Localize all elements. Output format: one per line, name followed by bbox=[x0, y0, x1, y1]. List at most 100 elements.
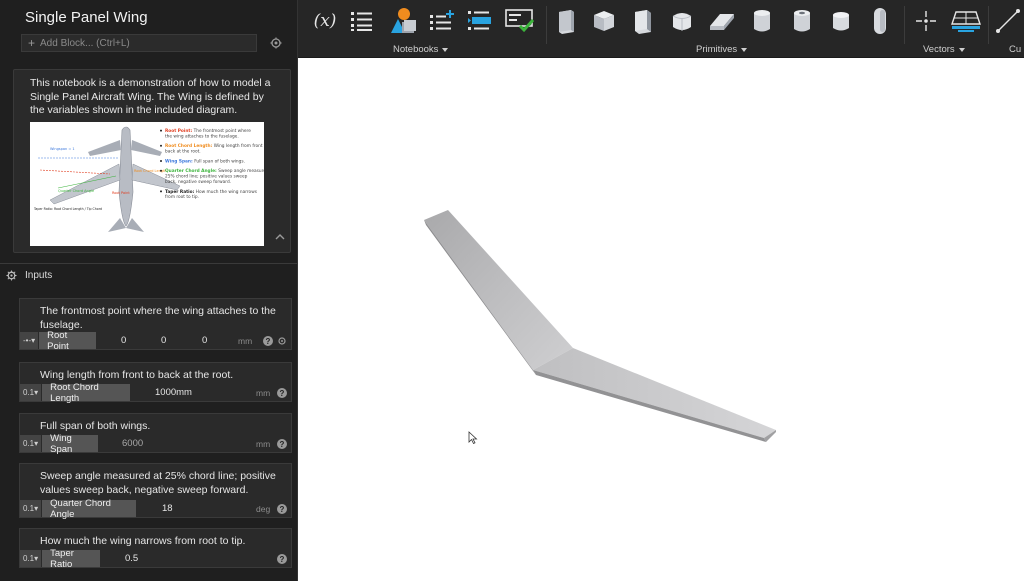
variable-icon[interactable]: (x) bbox=[310, 6, 340, 36]
vectors-menu[interactable]: Vectors bbox=[923, 44, 965, 55]
param-label-quarter-chord-angle[interactable]: 0.1 ▾ Quarter Chord Angle bbox=[20, 497, 136, 520]
rounded-cube-icon[interactable] bbox=[668, 6, 696, 36]
scalar-type-dropdown[interactable]: 0.1 ▾ bbox=[20, 384, 43, 401]
help-icon[interactable]: ? bbox=[277, 388, 287, 398]
param-root-chord-length[interactable]: Wing length from front to back at the ro… bbox=[19, 362, 292, 404]
param-label-root-point[interactable]: -•- ▾ Root Point bbox=[20, 329, 96, 352]
root-point-x-field[interactable]: 0 bbox=[121, 335, 126, 346]
add-list-item-icon[interactable] bbox=[428, 6, 456, 36]
param-taper-ratio[interactable]: How much the wing narrows from root to t… bbox=[19, 528, 292, 570]
toolbar-separator bbox=[988, 6, 989, 44]
caret-down-icon bbox=[442, 47, 449, 52]
root-point-z-field[interactable]: 0 bbox=[202, 335, 207, 346]
disc-cylinder-icon[interactable] bbox=[827, 6, 855, 36]
taper-ratio-input[interactable]: 0.5 bbox=[125, 553, 138, 564]
help-icon[interactable]: ? bbox=[277, 554, 287, 564]
diagram-bullet: Taper Ratio: How much the wing narrows fr… bbox=[165, 189, 258, 200]
param-root-point[interactable]: The frontmost point where the wing attac… bbox=[19, 298, 292, 352]
help-icon[interactable]: ? bbox=[277, 504, 287, 514]
param-label-text: Root Point bbox=[47, 329, 69, 352]
diagram-label-quarter: Quarter Chord Angle bbox=[58, 189, 94, 193]
diagram-bullet-dot bbox=[160, 169, 162, 172]
insert-list-icon[interactable] bbox=[466, 6, 494, 36]
param-label-root-chord-length[interactable]: 0.1 ▾ Root Chord Length bbox=[20, 382, 130, 404]
param-unit: deg bbox=[256, 504, 271, 514]
param-description: The frontmost point where the wing attac… bbox=[40, 305, 276, 331]
toolbar-separator bbox=[546, 6, 547, 44]
gear-icon bbox=[6, 270, 17, 281]
diagram-bullet-dot bbox=[160, 144, 162, 147]
notebook-panel: Single Panel Wing + Add Block... (Ctrl+L… bbox=[0, 0, 298, 581]
wedge-icon[interactable] bbox=[708, 6, 736, 36]
chevron-up-icon[interactable] bbox=[273, 230, 287, 244]
scalar-type-dropdown[interactable]: 0.1 ▾ bbox=[20, 550, 43, 567]
wing-span-input[interactable]: 6000 bbox=[122, 438, 143, 449]
shapes-icon[interactable] bbox=[386, 6, 420, 36]
param-label-text: Taper Ratio bbox=[50, 547, 74, 570]
diagram-bullet-dot bbox=[160, 160, 162, 162]
ribbon-toolbar: (x) Notebooks Primitives Vectors Cu bbox=[298, 0, 1024, 58]
help-icon[interactable]: ? bbox=[277, 439, 287, 449]
primitives-menu[interactable]: Primitives bbox=[696, 44, 748, 55]
line-icon[interactable] bbox=[994, 6, 1022, 36]
quarter-chord-angle-input[interactable]: 18 bbox=[162, 503, 173, 514]
param-row: 0.1 ▾ Quarter Chord Angle 18 deg ? bbox=[20, 497, 291, 520]
list-icon[interactable] bbox=[348, 6, 376, 36]
cube-icon[interactable] bbox=[590, 6, 618, 36]
diagram-bullet-dot bbox=[160, 129, 162, 132]
plus-icon: + bbox=[28, 36, 36, 50]
description-block[interactable]: This notebook is a demonstration of how … bbox=[13, 69, 291, 253]
caret-down-icon bbox=[958, 47, 965, 52]
capsule-icon[interactable] bbox=[866, 6, 894, 36]
param-label-wing-span[interactable]: 0.1 ▾ Wing Span bbox=[20, 432, 98, 455]
root-chord-length-input[interactable]: 1000mm bbox=[155, 387, 192, 398]
scalar-type-dropdown[interactable]: 0.1 ▾ bbox=[20, 435, 43, 452]
notebooks-menu[interactable]: Notebooks bbox=[393, 44, 449, 55]
add-block-input[interactable]: + Add Block... (Ctrl+L) bbox=[21, 34, 257, 52]
param-row: -•- ▾ Root Point 0 0 0 mm ? bbox=[20, 329, 291, 352]
diagram-bullet: Wing Span: Full span of both wings. bbox=[165, 158, 245, 164]
left-wing-surface bbox=[424, 210, 573, 370]
diagram-label-taper: Taper Ratio: Root Chord Length / Tip Cho… bbox=[33, 207, 102, 211]
param-label-text: Quarter Chord Angle bbox=[50, 497, 111, 520]
diagram-bullet: Root Point: The frontmost point where the… bbox=[165, 128, 251, 139]
checklist-icon[interactable] bbox=[504, 6, 536, 36]
tall-box-icon[interactable] bbox=[629, 6, 657, 36]
vector-type-dropdown[interactable]: -•- ▾ bbox=[20, 332, 40, 349]
plane-icon[interactable] bbox=[950, 6, 982, 36]
mouse-cursor bbox=[468, 431, 478, 445]
param-row: 0.1 ▾ Root Chord Length 1000mm mm ? bbox=[20, 382, 291, 404]
param-wing-span[interactable]: Full span of both wings. 0.1 ▾ Wing Span … bbox=[19, 413, 292, 455]
description-text: This notebook is a demonstration of how … bbox=[30, 77, 271, 116]
param-quarter-chord-angle[interactable]: Sweep angle measured at 25% chord line; … bbox=[19, 463, 292, 520]
param-unit: mm bbox=[238, 336, 253, 346]
curves-menu[interactable]: Cu bbox=[1009, 44, 1021, 55]
param-unit: mm bbox=[256, 388, 271, 398]
3d-viewport[interactable] bbox=[298, 58, 1024, 581]
param-unit: mm bbox=[256, 439, 271, 449]
add-block-placeholder: Add Block... (Ctrl+L) bbox=[40, 37, 130, 49]
inputs-section-header[interactable]: Inputs bbox=[6, 270, 52, 281]
diagram-label-span: Wingspan = 1 bbox=[50, 147, 75, 151]
param-row: 0.1 ▾ Wing Span 6000 mm ? bbox=[20, 432, 291, 455]
param-label-text: Wing Span bbox=[50, 432, 73, 455]
param-description: How much the wing narrows from root to t… bbox=[40, 535, 246, 547]
diagram-bullet-dot bbox=[160, 190, 162, 193]
param-description: Full span of both wings. bbox=[40, 420, 151, 432]
notebook-settings-icon[interactable] bbox=[268, 35, 284, 51]
help-icon[interactable]: ? bbox=[263, 336, 273, 346]
param-label-taper-ratio[interactable]: 0.1 ▾ Taper Ratio bbox=[20, 547, 100, 570]
inputs-header-label: Inputs bbox=[25, 270, 53, 281]
cylinder-icon[interactable] bbox=[748, 6, 776, 36]
box-icon[interactable] bbox=[552, 6, 580, 36]
param-row: 0.1 ▾ Taper Ratio 0.5 ? bbox=[20, 547, 291, 570]
panel-divider bbox=[0, 263, 297, 264]
param-settings-icon[interactable] bbox=[277, 336, 287, 346]
diagram-bullet: Root Chord Length: Wing length from fron… bbox=[165, 143, 264, 154]
root-point-y-field[interactable]: 0 bbox=[161, 335, 166, 346]
scalar-type-dropdown[interactable]: 0.1 ▾ bbox=[20, 500, 43, 517]
tube-icon[interactable] bbox=[788, 6, 816, 36]
caret-down-icon bbox=[741, 47, 748, 52]
document-title[interactable]: Single Panel Wing bbox=[25, 9, 148, 26]
point-icon[interactable] bbox=[912, 6, 940, 36]
